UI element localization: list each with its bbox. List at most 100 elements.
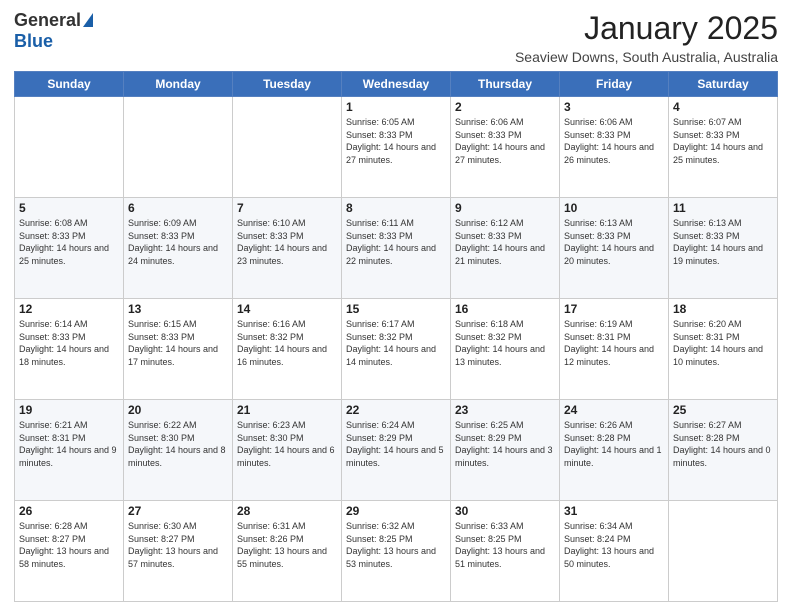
sunrise-text: Sunrise: 6:32 AM (346, 520, 446, 533)
table-row: 25 Sunrise: 6:27 AMSunset: 8:28 PMDayligh… (669, 400, 778, 501)
table-row: 9 Sunrise: 6:12 AMSunset: 8:33 PMDaylight… (451, 198, 560, 299)
sunrise-text: Sunrise: 6:05 AM (346, 116, 446, 129)
day-info: Sunrise: 6:17 AMSunset: 8:32 PMDaylight:… (346, 318, 446, 368)
daylight-text: Daylight: 13 hours and 57 minutes. (128, 545, 228, 570)
table-row: 7 Sunrise: 6:10 AMSunset: 8:33 PMDaylight… (233, 198, 342, 299)
day-number: 4 (673, 100, 773, 114)
day-number: 9 (455, 201, 555, 215)
daylight-text: Daylight: 14 hours and 14 minutes. (346, 343, 446, 368)
table-row: 1Sunrise: 6:05 AMSunset: 8:33 PMDaylight… (342, 97, 451, 198)
day-info: Sunrise: 6:30 AMSunset: 8:27 PMDaylight:… (128, 520, 228, 570)
sunset-text: Sunset: 8:31 PM (564, 331, 664, 344)
daylight-text: Daylight: 14 hours and 8 minutes. (128, 444, 228, 469)
daylight-text: Daylight: 14 hours and 1 minute. (564, 444, 664, 469)
day-info: Sunrise: 6:10 AMSunset: 8:33 PMDaylight:… (237, 217, 337, 267)
day-number: 13 (128, 302, 228, 316)
day-number: 7 (237, 201, 337, 215)
table-row: 2Sunrise: 6:06 AMSunset: 8:33 PMDaylight… (451, 97, 560, 198)
table-row: 19Sunrise: 6:21 AMSunset: 8:31 PMDayligh… (15, 400, 124, 501)
daylight-text: Daylight: 14 hours and 26 minutes. (564, 141, 664, 166)
sunset-text: Sunset: 8:29 PM (455, 432, 555, 445)
table-row: 20Sunrise: 6:22 AMSunset: 8:30 PMDayligh… (124, 400, 233, 501)
table-row: 3Sunrise: 6:06 AMSunset: 8:33 PMDaylight… (560, 97, 669, 198)
daylight-text: Daylight: 14 hours and 17 minutes. (128, 343, 228, 368)
daylight-text: Daylight: 14 hours and 9 minutes. (19, 444, 119, 469)
header: General Blue January 2025 Seaview Downs,… (14, 10, 778, 65)
sunrise-text: Sunrise: 6:10 AM (237, 217, 337, 230)
sunrise-text: Sunrise: 6:26 AM (564, 419, 664, 432)
day-number: 15 (346, 302, 446, 316)
calendar-week-row: 26Sunrise: 6:28 AMSunset: 8:27 PMDayligh… (15, 501, 778, 602)
day-info: Sunrise: 6:22 AMSunset: 8:30 PMDaylight:… (128, 419, 228, 469)
sunset-text: Sunset: 8:30 PM (128, 432, 228, 445)
table-row: 6Sunrise: 6:09 AMSunset: 8:33 PMDaylight… (124, 198, 233, 299)
daylight-text: Daylight: 14 hours and 19 minutes. (673, 242, 773, 267)
daylight-text: Daylight: 14 hours and 21 minutes. (455, 242, 555, 267)
header-sunday: Sunday (15, 72, 124, 97)
day-info: Sunrise: 6:06 AMSunset: 8:33 PMDaylight:… (564, 116, 664, 166)
day-number: 27 (128, 504, 228, 518)
sunrise-text: Sunrise: 6:11 AM (346, 217, 446, 230)
sunrise-text: Sunrise: 6:13 AM (673, 217, 773, 230)
day-number: 1 (346, 100, 446, 114)
sunset-text: Sunset: 8:32 PM (455, 331, 555, 344)
table-row: 12Sunrise: 6:14 AMSunset: 8:33 PMDayligh… (15, 299, 124, 400)
table-row: 29Sunrise: 6:32 AMSunset: 8:25 PMDayligh… (342, 501, 451, 602)
logo-general-text: General (14, 10, 81, 31)
daylight-text: Daylight: 13 hours and 58 minutes. (19, 545, 119, 570)
day-info: Sunrise: 6:27 AMSunset: 8:28 PMDaylight:… (673, 419, 773, 469)
day-info: Sunrise: 6:14 AMSunset: 8:33 PMDaylight:… (19, 318, 119, 368)
day-info: Sunrise: 6:33 AMSunset: 8:25 PMDaylight:… (455, 520, 555, 570)
sunset-text: Sunset: 8:32 PM (237, 331, 337, 344)
table-row: 11Sunrise: 6:13 AMSunset: 8:33 PMDayligh… (669, 198, 778, 299)
daylight-text: Daylight: 14 hours and 27 minutes. (455, 141, 555, 166)
sunrise-text: Sunrise: 6:23 AM (237, 419, 337, 432)
day-info: Sunrise: 6:28 AMSunset: 8:27 PMDaylight:… (19, 520, 119, 570)
table-row (15, 97, 124, 198)
sunset-text: Sunset: 8:28 PM (564, 432, 664, 445)
day-number: 11 (673, 201, 773, 215)
day-number: 25 (673, 403, 773, 417)
table-row: 16Sunrise: 6:18 AMSunset: 8:32 PMDayligh… (451, 299, 560, 400)
sunset-text: Sunset: 8:27 PM (19, 533, 119, 546)
logo-blue-text: Blue (14, 31, 53, 52)
sunset-text: Sunset: 8:33 PM (19, 230, 119, 243)
sunset-text: Sunset: 8:33 PM (673, 129, 773, 142)
sunrise-text: Sunrise: 6:15 AM (128, 318, 228, 331)
day-number: 17 (564, 302, 664, 316)
table-row: 5Sunrise: 6:08 AMSunset: 8:33 PMDaylight… (15, 198, 124, 299)
day-info: Sunrise: 6:07 AMSunset: 8:33 PMDaylight:… (673, 116, 773, 166)
daylight-text: Daylight: 14 hours and 25 minutes. (19, 242, 119, 267)
table-row: 17 Sunrise: 6:19 AMSunset: 8:31 PMDayligh… (560, 299, 669, 400)
day-number: 31 (564, 504, 664, 518)
table-row: 26Sunrise: 6:28 AMSunset: 8:27 PMDayligh… (15, 501, 124, 602)
header-monday: Monday (124, 72, 233, 97)
table-row (124, 97, 233, 198)
table-row: 28Sunrise: 6:31 AMSunset: 8:26 PMDayligh… (233, 501, 342, 602)
sunset-text: Sunset: 8:33 PM (237, 230, 337, 243)
day-info: Sunrise: 6:24 AMSunset: 8:29 PMDaylight:… (346, 419, 446, 469)
sunset-text: Sunset: 8:33 PM (128, 230, 228, 243)
day-number: 5 (19, 201, 119, 215)
sunset-text: Sunset: 8:33 PM (564, 230, 664, 243)
day-info: Sunrise: 6:13 AMSunset: 8:33 PMDaylight:… (564, 217, 664, 267)
sunset-text: Sunset: 8:33 PM (128, 331, 228, 344)
daylight-text: Daylight: 14 hours and 20 minutes. (564, 242, 664, 267)
month-title: January 2025 (515, 10, 778, 47)
daylight-text: Daylight: 14 hours and 23 minutes. (237, 242, 337, 267)
sunrise-text: Sunrise: 6:33 AM (455, 520, 555, 533)
page: General Blue January 2025 Seaview Downs,… (0, 0, 792, 612)
header-tuesday: Tuesday (233, 72, 342, 97)
table-row: 15 Sunrise: 6:17 AMSunset: 8:32 PMDayligh… (342, 299, 451, 400)
calendar-header-row: Sunday Monday Tuesday Wednesday Thursday… (15, 72, 778, 97)
table-row: 8Sunrise: 6:11 AMSunset: 8:33 PMDaylight… (342, 198, 451, 299)
table-row (669, 501, 778, 602)
daylight-text: Daylight: 14 hours and 10 minutes. (673, 343, 773, 368)
day-info: Sunrise: 6:12 AMSunset: 8:33 PMDaylight:… (455, 217, 555, 267)
header-friday: Friday (560, 72, 669, 97)
daylight-text: Daylight: 13 hours and 53 minutes. (346, 545, 446, 570)
day-info: Sunrise: 6:19 AMSunset: 8:31 PMDaylight:… (564, 318, 664, 368)
title-section: January 2025 Seaview Downs, South Austra… (515, 10, 778, 65)
table-row: 21Sunrise: 6:23 AMSunset: 8:30 PMDayligh… (233, 400, 342, 501)
day-number: 10 (564, 201, 664, 215)
